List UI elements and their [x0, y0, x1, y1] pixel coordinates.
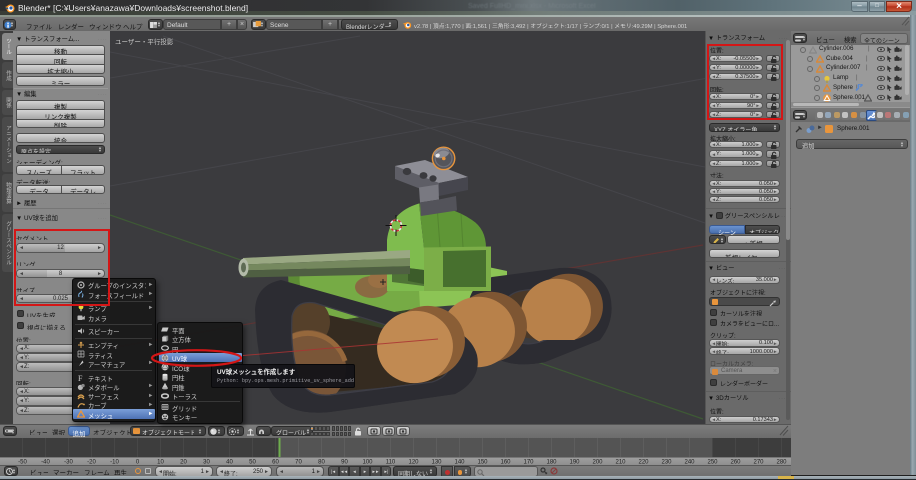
svg-text:F: F: [78, 374, 83, 382]
svg-text:ユーザー・平行投影: ユーザー・平行投影: [115, 37, 174, 46]
